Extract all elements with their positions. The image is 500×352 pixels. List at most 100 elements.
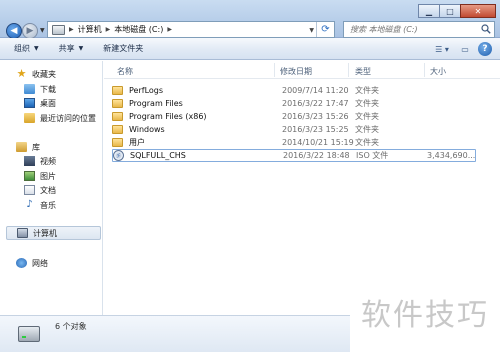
column-header-size[interactable]: 大小 bbox=[430, 66, 446, 77]
file-row[interactable]: Program Files (x86) 2016/3/23 15:26 文件夹 bbox=[112, 110, 476, 123]
close-button[interactable]: ✕ bbox=[460, 4, 496, 18]
nav-recent-places[interactable]: 最近访问的位置 bbox=[24, 111, 96, 125]
organize-button[interactable]: 组织 ▼ bbox=[8, 40, 45, 58]
hard-drive-icon bbox=[18, 326, 40, 342]
folder-icon bbox=[112, 86, 123, 95]
file-type: 文件夹 bbox=[355, 112, 379, 121]
share-button[interactable]: 共享 ▼ bbox=[53, 40, 90, 58]
nav-pictures[interactable]: 图片 bbox=[24, 169, 56, 183]
search-input[interactable] bbox=[344, 22, 474, 37]
nav-label: 文档 bbox=[40, 185, 56, 195]
column-divider[interactable] bbox=[274, 63, 275, 77]
file-date: 2016/3/23 15:25 bbox=[282, 125, 349, 134]
file-row[interactable]: Windows 2016/3/23 15:25 文件夹 bbox=[112, 123, 476, 136]
music-icon: ♪ bbox=[26, 199, 33, 210]
back-arrow-icon: ◀ bbox=[10, 26, 18, 36]
search-box bbox=[343, 21, 495, 38]
file-row[interactable]: 用户 2014/10/21 15:19 文件夹 bbox=[112, 136, 476, 149]
nav-computer[interactable]: 计算机 bbox=[6, 226, 101, 240]
help-icon[interactable]: ? bbox=[478, 42, 492, 56]
close-icon: ✕ bbox=[474, 6, 482, 16]
documents-icon bbox=[24, 185, 35, 195]
chevron-right-icon[interactable]: ▶ bbox=[69, 26, 74, 33]
folder-icon bbox=[112, 125, 123, 134]
file-type: 文件夹 bbox=[355, 138, 379, 147]
computer-icon bbox=[17, 228, 28, 238]
back-button[interactable]: ◀ bbox=[6, 23, 22, 39]
minimize-button[interactable]: ▁ bbox=[418, 4, 440, 18]
nav-music[interactable]: ♪ 音乐 bbox=[24, 198, 56, 212]
folder-icon bbox=[112, 112, 123, 121]
column-headers: 名称 修改日期 类型 大小 bbox=[104, 61, 500, 79]
maximize-icon: □ bbox=[446, 6, 454, 16]
file-name: 用户 bbox=[129, 138, 145, 147]
nav-label: 最近访问的位置 bbox=[40, 113, 96, 123]
change-view-button[interactable]: ☰ ▾ bbox=[428, 40, 456, 58]
preview-pane-icon: ▭ bbox=[461, 44, 469, 54]
organize-label: 组织 bbox=[14, 44, 30, 53]
nav-videos[interactable]: 视频 bbox=[24, 154, 56, 168]
nav-downloads[interactable]: 下载 bbox=[24, 82, 56, 96]
nav-label: 下载 bbox=[40, 84, 56, 94]
column-header-date[interactable]: 修改日期 bbox=[280, 66, 312, 77]
address-dropdown-icon[interactable]: ▼ bbox=[309, 27, 314, 34]
file-type: ISO 文件 bbox=[356, 151, 389, 160]
share-label: 共享 bbox=[58, 44, 75, 53]
file-name: SQLFULL_CHS bbox=[130, 151, 186, 160]
video-icon bbox=[24, 156, 35, 166]
nav-label: 库 bbox=[32, 142, 40, 152]
forward-arrow-icon: ▶ bbox=[26, 26, 34, 36]
column-header-type[interactable]: 类型 bbox=[355, 66, 371, 77]
file-name: PerfLogs bbox=[129, 86, 164, 95]
file-type: 文件夹 bbox=[355, 86, 379, 95]
nav-label: 图片 bbox=[40, 171, 56, 181]
file-row[interactable]: PerfLogs 2009/7/14 11:20 文件夹 bbox=[112, 84, 476, 97]
column-header-name[interactable]: 名称 bbox=[117, 66, 133, 77]
title-bar: ▁ □ ✕ ◀ ▶ ▼ ▶ 计算机 ▶ 本地磁盘 (C:) ▶ ▼ ⟳ bbox=[0, 0, 500, 39]
file-name: Program Files (x86) bbox=[129, 112, 207, 121]
recent-pages-dropdown[interactable]: ▼ bbox=[40, 27, 45, 34]
refresh-button[interactable]: ⟳ bbox=[316, 22, 334, 37]
recent-places-icon bbox=[24, 113, 35, 123]
nav-label: 音乐 bbox=[40, 200, 56, 210]
file-name: Windows bbox=[129, 125, 165, 134]
file-row-selected[interactable]: ⚡ SQLFULL_CHS 2016/3/22 18:48 ISO 文件 3,4… bbox=[112, 149, 476, 162]
new-folder-label: 新建文件夹 bbox=[103, 44, 144, 53]
nav-network[interactable]: 网络 bbox=[16, 256, 48, 270]
toolbar-right: ☰ ▾ ▭ ? bbox=[428, 40, 500, 58]
new-folder-button[interactable]: 新建文件夹 bbox=[97, 40, 149, 58]
chevron-right-icon[interactable]: ▶ bbox=[167, 26, 172, 33]
network-icon bbox=[16, 258, 27, 268]
nav-favorites[interactable]: ★ 收藏夹 bbox=[16, 67, 56, 81]
file-date: 2009/7/14 11:20 bbox=[282, 86, 349, 95]
nav-desktop[interactable]: 桌面 bbox=[24, 96, 56, 110]
search-icon[interactable] bbox=[481, 24, 491, 34]
file-row[interactable]: Program Files 2016/3/22 17:47 文件夹 bbox=[112, 97, 476, 110]
maximize-button[interactable]: □ bbox=[439, 4, 461, 18]
breadcrumb-local-disk[interactable]: 本地磁盘 (C:) bbox=[114, 24, 163, 35]
minimize-icon: ▁ bbox=[425, 6, 433, 16]
column-divider[interactable] bbox=[424, 63, 425, 77]
file-date: 2016/3/22 17:47 bbox=[282, 99, 349, 108]
disc-image-icon: ⚡ bbox=[113, 150, 124, 161]
column-divider[interactable] bbox=[348, 63, 349, 77]
chevron-down-icon: ▼ bbox=[34, 45, 39, 52]
forward-button[interactable]: ▶ bbox=[22, 23, 38, 39]
breadcrumb-computer[interactable]: 计算机 bbox=[78, 24, 102, 35]
address-bar[interactable]: ▶ 计算机 ▶ 本地磁盘 (C:) ▶ ▼ ⟳ bbox=[47, 21, 335, 38]
watermark: 软件技巧 bbox=[350, 272, 500, 352]
nav-documents[interactable]: 文档 bbox=[24, 183, 56, 197]
nav-label: 视频 bbox=[40, 156, 56, 166]
nav-label: 收藏夹 bbox=[32, 69, 56, 79]
navigation-pane: ★ 收藏夹 下载 桌面 最近访问的位置 库 视频 图片 文档 ♪ 音乐 计算机 … bbox=[0, 61, 103, 315]
folder-icon bbox=[112, 99, 123, 108]
nav-libraries[interactable]: 库 bbox=[16, 140, 40, 154]
chevron-right-icon[interactable]: ▶ bbox=[106, 26, 111, 33]
refresh-icon: ⟳ bbox=[321, 24, 330, 35]
file-date: 2014/10/21 15:19 bbox=[282, 138, 354, 147]
star-icon: ★ bbox=[16, 67, 27, 80]
computer-icon bbox=[52, 24, 65, 35]
preview-pane-button[interactable]: ▭ bbox=[456, 40, 474, 58]
file-date: 2016/3/22 18:48 bbox=[283, 151, 350, 160]
file-type: 文件夹 bbox=[355, 99, 379, 108]
